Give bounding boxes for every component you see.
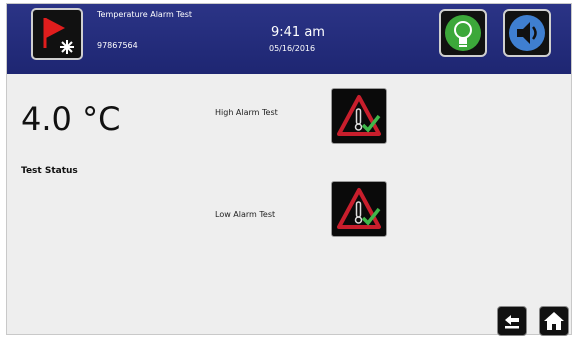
high-alarm-label: High Alarm Test (215, 108, 278, 117)
lightbulb-icon (445, 15, 481, 51)
screen-frame: Temperature Alarm Test 97867564 9:41 am … (6, 3, 572, 336)
low-alarm-test-button[interactable] (331, 181, 387, 237)
speaker-icon (509, 15, 545, 51)
back-button[interactable] (497, 306, 527, 336)
clock-date: 05/16/2016 (269, 44, 316, 53)
header-bar: Temperature Alarm Test 97867564 9:41 am … (7, 4, 571, 74)
device-id: 97867564 (97, 41, 138, 50)
clock-time: 9:41 am (271, 25, 325, 40)
high-alarm-test-button[interactable] (331, 88, 387, 144)
warning-thermometer-check-icon (337, 95, 381, 136)
home-button[interactable] (539, 306, 569, 336)
home-icon (544, 312, 564, 330)
sound-button[interactable] (503, 9, 551, 57)
test-title: Temperature Alarm Test (97, 10, 193, 19)
light-button[interactable] (439, 9, 487, 57)
low-alarm-label: Low Alarm Test (215, 210, 276, 219)
flag-snowflake-icon (43, 18, 74, 54)
test-status-label: Test Status (21, 166, 78, 176)
warning-thermometer-check-icon (337, 188, 381, 229)
back-arrow-icon (505, 315, 519, 329)
temperature-readout: 4.0 °C (21, 100, 121, 138)
flag-button[interactable] (31, 8, 83, 60)
